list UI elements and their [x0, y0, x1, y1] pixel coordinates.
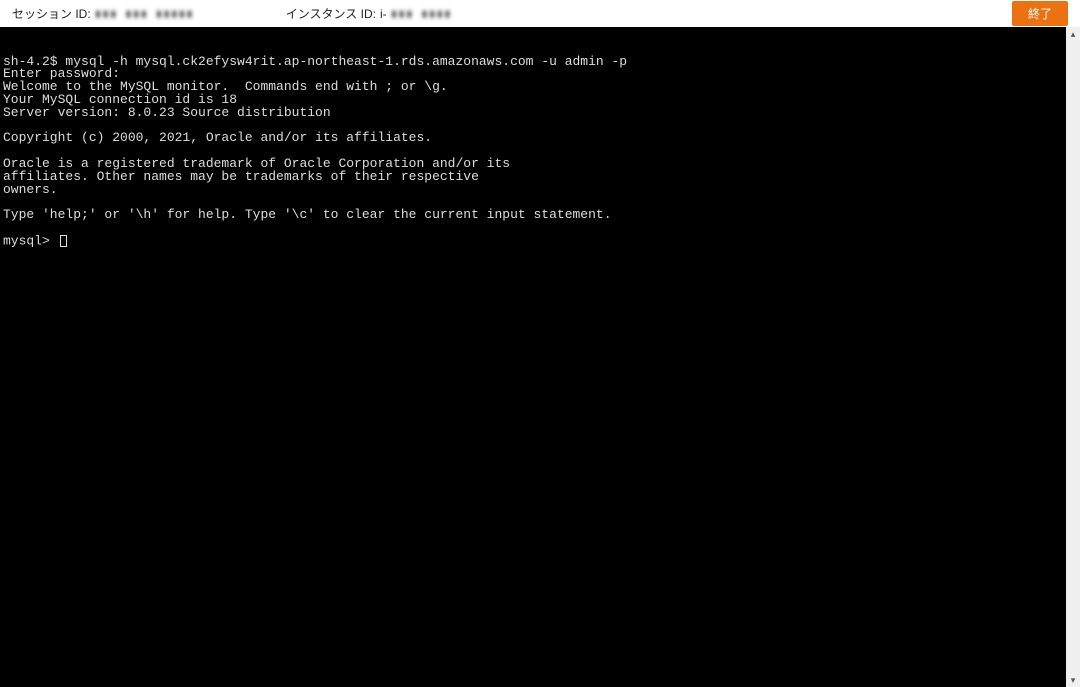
session-id-label: セッション ID: [12, 5, 91, 22]
terminal-line: owners. [3, 184, 1063, 197]
session-id-group: セッション ID: ▮▮▮ ▮▮▮ ▮▮▮▮▮ [12, 5, 194, 22]
scrollbar[interactable]: ▴ ▾ [1066, 27, 1080, 687]
end-session-button[interactable]: 終了 [1012, 1, 1068, 26]
instance-id-value: ▮▮▮ ▮▮▮▮ [391, 7, 452, 20]
terminal-line: Copyright (c) 2000, 2021, Oracle and/or … [3, 132, 1063, 145]
terminal-line: Server version: 8.0.23 Source distributi… [3, 107, 1063, 120]
scroll-down-icon[interactable]: ▾ [1066, 673, 1080, 687]
terminal-line: affiliates. Other names may be trademark… [3, 171, 1063, 184]
instance-id-prefix: i- [380, 7, 387, 21]
session-header: セッション ID: ▮▮▮ ▮▮▮ ▮▮▮▮▮ インスタンス ID: i- ▮▮… [0, 0, 1080, 27]
session-id-value: ▮▮▮ ▮▮▮ ▮▮▮▮▮ [95, 7, 194, 20]
instance-id-label: インスタンス ID: [286, 5, 376, 22]
scroll-up-icon[interactable]: ▴ [1066, 27, 1080, 41]
terminal-line: Type 'help;' or '\h' for help. Type '\c'… [3, 209, 1063, 222]
terminal[interactable]: sh-4.2$ mysql -h mysql.ck2efysw4rit.ap-n… [0, 27, 1066, 687]
terminal-line: sh-4.2$ mysql -h mysql.ck2efysw4rit.ap-n… [3, 56, 1063, 69]
instance-id-group: インスタンス ID: i- ▮▮▮ ▮▮▮▮ [286, 5, 452, 22]
cursor-icon [60, 235, 67, 247]
terminal-line [3, 222, 1063, 235]
mysql-prompt: mysql> [3, 233, 58, 248]
